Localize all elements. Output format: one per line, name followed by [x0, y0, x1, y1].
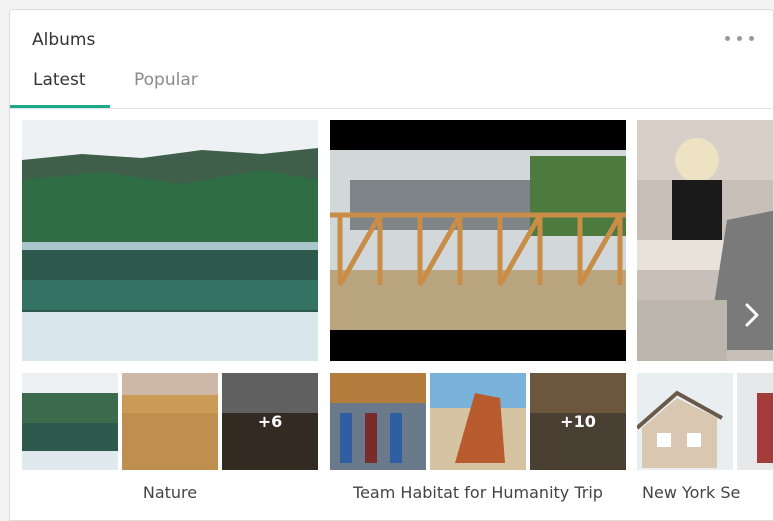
album-name[interactable]: Nature	[22, 483, 318, 502]
more-options-icon[interactable]	[725, 32, 755, 44]
card-title: Albums	[32, 30, 96, 50]
more-photos-count: +6	[222, 373, 318, 470]
tab-popular[interactable]: Popular	[134, 70, 198, 90]
more-photos-count: +10	[530, 373, 626, 470]
album-thumbnail[interactable]: +6	[222, 373, 318, 470]
album-thumbnail[interactable]	[330, 373, 426, 470]
album-thumbnail[interactable]	[637, 373, 733, 470]
chevron-right-icon[interactable]	[741, 300, 763, 330]
tab-bar: Latest Popular	[10, 60, 773, 109]
album-thumbnail[interactable]	[430, 373, 526, 470]
album-thumbnail[interactable]	[122, 373, 218, 470]
album-cover-image[interactable]	[22, 120, 318, 361]
albums-card: Albums Latest Popular +6 Nature +10 Team…	[9, 9, 774, 521]
tab-latest[interactable]: Latest	[33, 70, 86, 90]
active-tab-indicator	[10, 105, 110, 108]
album-thumbnail[interactable]	[22, 373, 118, 470]
album-name[interactable]: Team Habitat for Humanity Trip	[330, 483, 626, 502]
album-name[interactable]: New York Se	[642, 483, 773, 502]
album-thumbnail[interactable]	[737, 373, 773, 470]
album-thumbnail[interactable]: +10	[530, 373, 626, 470]
album-cover-image[interactable]	[330, 120, 626, 361]
